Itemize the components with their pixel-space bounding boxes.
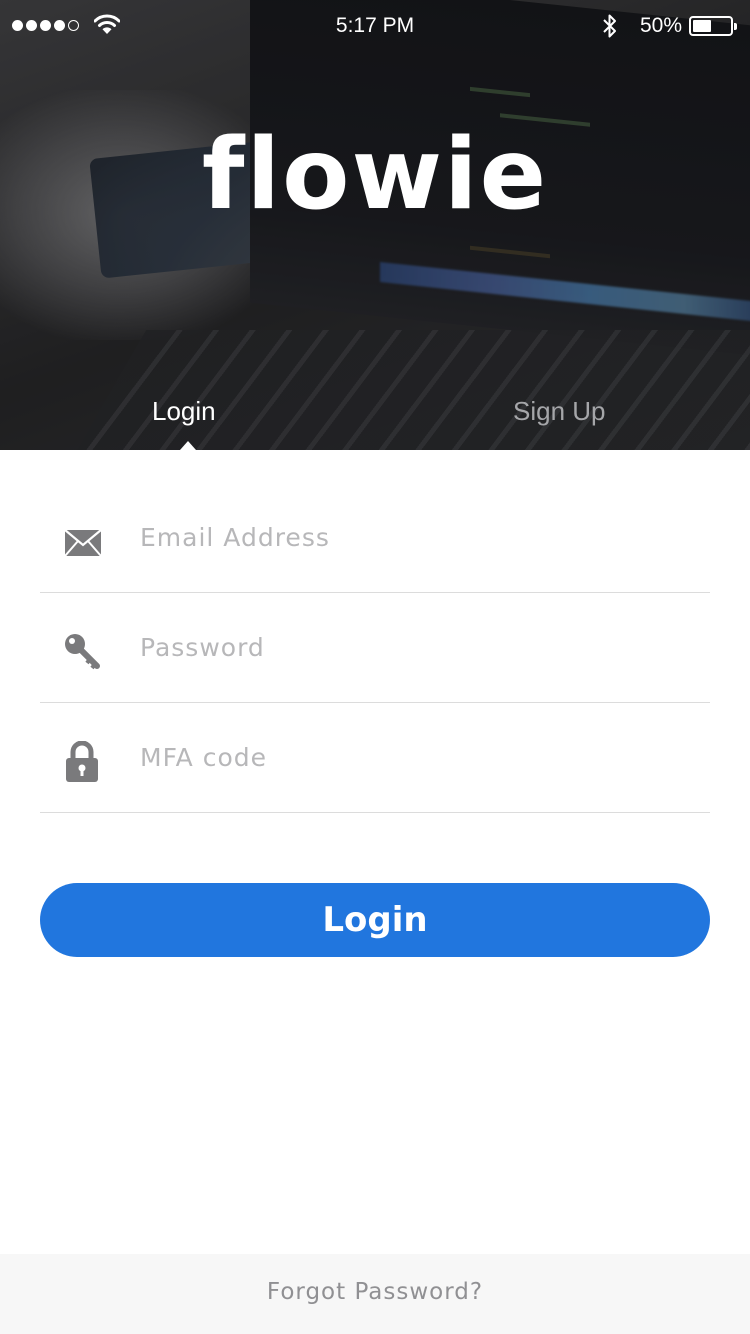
email-field-row [40, 483, 710, 593]
forgot-password-link[interactable]: Forgot Password? [0, 1254, 750, 1330]
mfa-field-row [40, 703, 710, 813]
password-field-row [40, 593, 710, 703]
battery-icon [689, 16, 737, 36]
password-input[interactable] [140, 593, 700, 702]
battery-percent: 50% [640, 14, 683, 37]
key-icon [65, 634, 100, 670]
status-time: 5:17 PM [335, 14, 415, 37]
app-logo: flowie [201, 118, 549, 232]
active-tab-indicator [180, 441, 196, 450]
login-button[interactable]: Login [40, 883, 710, 957]
envelope-icon [64, 529, 102, 557]
mfa-code-input[interactable] [140, 703, 700, 812]
status-bar: 5:17 PM 50% [0, 0, 750, 52]
bluetooth-icon [603, 14, 616, 38]
tab-sign-up[interactable]: Sign Up [513, 396, 606, 427]
lock-icon [66, 741, 98, 782]
footer-bar: Forgot Password? [0, 1254, 750, 1334]
tab-login[interactable]: Login [152, 396, 216, 427]
email-input[interactable] [140, 483, 700, 592]
